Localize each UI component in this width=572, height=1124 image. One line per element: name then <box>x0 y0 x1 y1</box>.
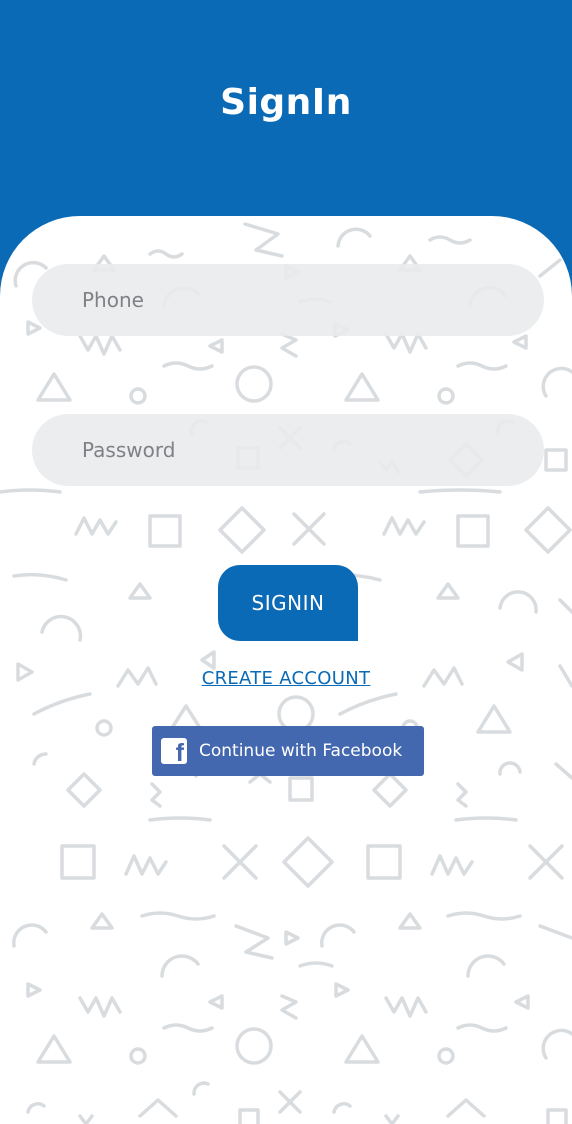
phone-field[interactable] <box>32 264 544 336</box>
facebook-logo-icon: f <box>161 738 187 766</box>
continue-with-facebook-button[interactable]: f Continue with Facebook <box>152 726 424 776</box>
signin-button[interactable]: SIGNIN <box>218 565 358 641</box>
facebook-button-label: Continue with Facebook <box>199 741 403 761</box>
password-input[interactable] <box>80 437 544 463</box>
signin-screen: SignIn Phone SIGNIN CREATE ACCOUNT f Con… <box>0 0 572 1124</box>
phone-input[interactable] <box>80 287 544 313</box>
create-account-link[interactable]: CREATE ACCOUNT <box>0 668 572 689</box>
page-title: SignIn <box>220 82 352 123</box>
password-field[interactable] <box>32 414 544 486</box>
header-bar: SignIn <box>0 0 572 230</box>
